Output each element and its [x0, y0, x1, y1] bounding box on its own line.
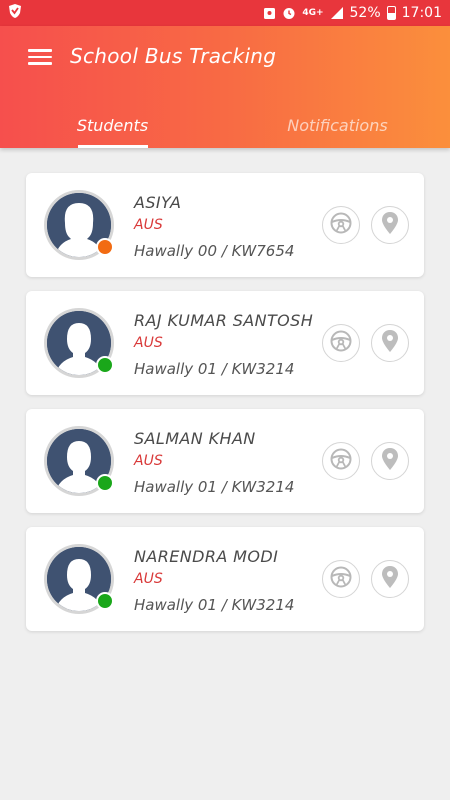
steering-wheel-icon — [329, 211, 353, 239]
school-name: AUS — [134, 453, 163, 469]
student-name: NARENDRA MODI — [134, 547, 279, 566]
location-pin-icon — [380, 211, 400, 239]
driver-button[interactable] — [322, 560, 360, 598]
status-dot — [96, 238, 114, 256]
school-name: AUS — [134, 335, 163, 351]
steering-wheel-icon — [329, 447, 353, 475]
location-button[interactable] — [371, 206, 409, 244]
status-bar: 4G+ 52% 17:01 — [0, 0, 450, 26]
school-name: AUS — [134, 571, 163, 587]
student-card[interactable]: NARENDRA MODI AUS Hawally 01 / KW3214 — [26, 527, 424, 631]
location-pin-icon — [380, 329, 400, 357]
driver-button[interactable] — [322, 206, 360, 244]
tab-notifications[interactable]: Notifications — [225, 108, 450, 148]
location-button[interactable] — [371, 442, 409, 480]
tab-students[interactable]: Students — [0, 108, 225, 148]
active-tab-indicator — [78, 145, 148, 148]
app-title: School Bus Tracking — [70, 44, 277, 68]
student-name: RAJ KUMAR SANTOSH — [134, 311, 314, 330]
student-name: ASIYA — [134, 193, 182, 212]
location-pin-icon — [380, 447, 400, 475]
signal-icon — [330, 6, 344, 20]
driver-button[interactable] — [322, 442, 360, 480]
hamburger-icon[interactable] — [28, 46, 52, 70]
status-icons: 4G+ 52% 17:01 — [263, 5, 442, 21]
status-dot — [96, 474, 114, 492]
route-info: Hawally 00 / KW7654 — [134, 242, 295, 260]
student-name: SALMAN KHAN — [134, 429, 256, 448]
tab-bar: Students Notifications — [0, 108, 450, 148]
route-info: Hawally 01 / KW3214 — [134, 596, 295, 614]
student-card[interactable]: RAJ KUMAR SANTOSH AUS Hawally 01 / KW321… — [26, 291, 424, 395]
location-button[interactable] — [371, 324, 409, 362]
battery-fill — [387, 12, 395, 19]
photo-icon — [263, 7, 276, 20]
route-info: Hawally 01 / KW3214 — [134, 360, 295, 378]
alarm-icon — [282, 6, 296, 20]
student-list: ASIYA AUS Hawally 00 / KW7654 RAJ KUMAR … — [26, 173, 424, 645]
student-card[interactable]: SALMAN KHAN AUS Hawally 01 / KW3214 — [26, 409, 424, 513]
steering-wheel-icon — [329, 329, 353, 357]
driver-button[interactable] — [322, 324, 360, 362]
clock: 17:01 — [401, 5, 442, 21]
location-button[interactable] — [371, 560, 409, 598]
student-card[interactable]: ASIYA AUS Hawally 00 / KW7654 — [26, 173, 424, 277]
network-type: 4G+ — [302, 8, 324, 18]
battery-icon — [386, 6, 396, 20]
school-name: AUS — [134, 217, 163, 233]
status-dot — [96, 356, 114, 374]
status-dot — [96, 592, 114, 610]
shield-icon — [8, 3, 22, 23]
steering-wheel-icon — [329, 565, 353, 593]
tab-label: Notifications — [287, 116, 388, 135]
location-pin-icon — [380, 565, 400, 593]
app-bar: School Bus Tracking Students Notificatio… — [0, 26, 450, 148]
battery-percent: 52% — [349, 5, 381, 21]
route-info: Hawally 01 / KW3214 — [134, 478, 295, 496]
tab-label: Students — [76, 116, 149, 135]
